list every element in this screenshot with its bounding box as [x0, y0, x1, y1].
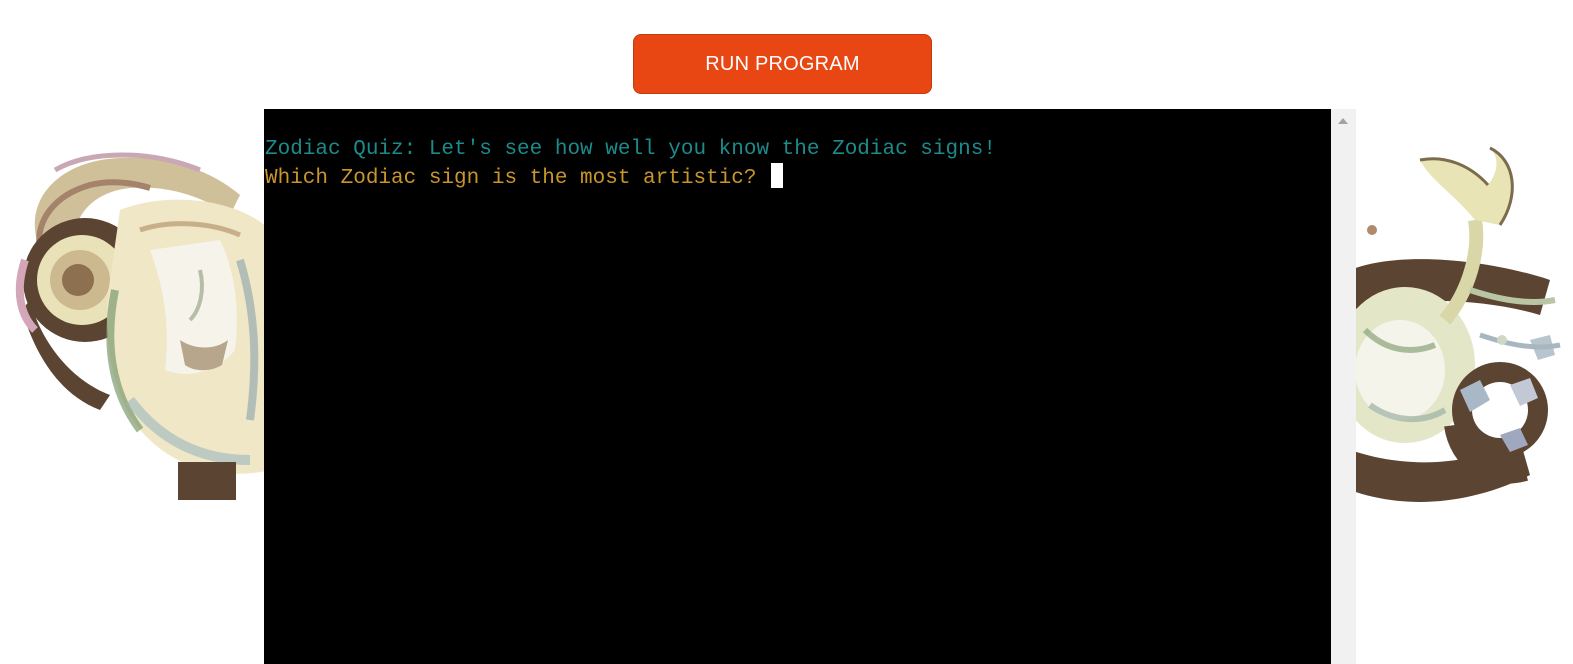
- run-program-button[interactable]: RUN PROGRAM: [633, 34, 932, 94]
- cancer-crab-illustration: [1350, 146, 1561, 502]
- terminal-container: Zodiac Quiz: Let's see how well you know…: [264, 109, 1356, 664]
- terminal-cursor: [771, 163, 784, 188]
- terminal-question-text: Which Zodiac sign is the most artistic?: [265, 167, 770, 190]
- terminal-line-title: Zodiac Quiz: Let's see how well you know…: [265, 138, 996, 161]
- page: RUN PROGRAM Zodiac Quiz: Let's see how w…: [0, 0, 1573, 664]
- terminal-scrollbar[interactable]: [1331, 109, 1356, 664]
- aries-ram-illustration: [15, 152, 270, 500]
- terminal-line-question: Which Zodiac sign is the most artistic?: [265, 163, 784, 192]
- scroll-up-arrow-icon[interactable]: [1338, 118, 1348, 124]
- terminal-screen[interactable]: Zodiac Quiz: Let's see how well you know…: [264, 109, 1331, 664]
